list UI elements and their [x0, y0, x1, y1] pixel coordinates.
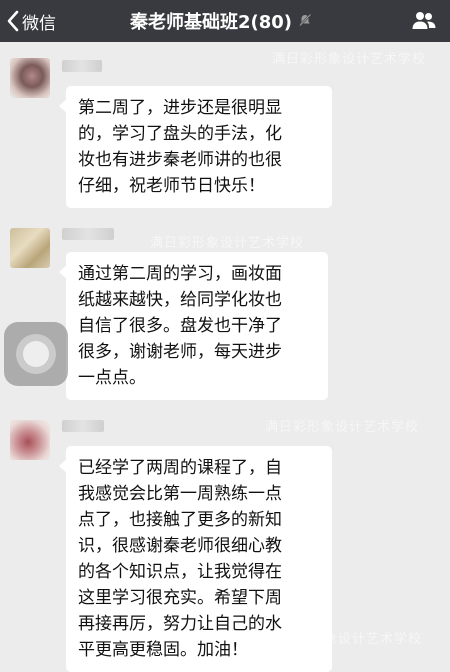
chat-title: 秦老师基础班2(80) [130, 12, 293, 33]
chevron-left-icon [7, 10, 19, 32]
message-bubble[interactable]: 第二周了，进步还是很明显 的，学习了盘头的手法，化 妆也有进步秦老师讲的也很 仔… [59, 86, 332, 208]
avatar[interactable] [10, 58, 50, 98]
watermark: 满日彩形象设计艺术学校 [272, 52, 427, 67]
assistive-touch-icon[interactable] [4, 322, 68, 386]
message-bubble[interactable]: 通过第二周的学习，画妆面 纸越来越快，给同学化妆也 自信了很多。盘发也干净了 很… [59, 252, 328, 400]
group-contacts-icon[interactable] [412, 10, 436, 36]
bell-muted-icon [298, 11, 312, 32]
sender-name-blurred [62, 420, 104, 432]
watermark: 满日彩形象设计艺术学校 [150, 236, 305, 251]
sender-name-blurred [62, 60, 102, 72]
sender-name-blurred [62, 228, 114, 240]
watermark: 满日彩形象设计艺术学校 [265, 420, 420, 435]
chat-title-group: 秦老师基础班2(80) [130, 0, 312, 42]
avatar[interactable] [10, 228, 50, 268]
back-label: 微信 [22, 13, 56, 34]
back-button[interactable]: 微信 [6, 0, 56, 42]
avatar[interactable] [10, 420, 50, 460]
navigation-bar: 微信 秦老师基础班2(80) [0, 0, 450, 42]
message-bubble[interactable]: 已经学了两周的课程了，自 我感觉会比第一周熟练一点 点了，也接触了更多的新知 识… [59, 446, 332, 672]
